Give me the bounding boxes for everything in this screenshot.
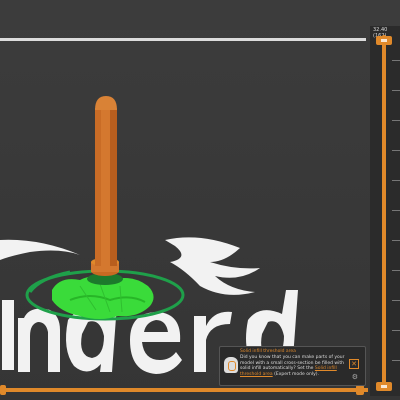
layer-tick xyxy=(392,300,400,301)
preview-scene xyxy=(0,96,298,374)
layer-tick xyxy=(392,210,400,211)
lightbulb-icon xyxy=(224,357,238,373)
hint-body: Did you know that you can make parts of … xyxy=(240,355,345,377)
lower-layer-handle[interactable] xyxy=(376,382,392,391)
layer-tick xyxy=(392,240,400,241)
gear-icon[interactable]: ⚙ xyxy=(352,373,358,381)
layer-tick xyxy=(392,330,400,331)
upper-layer-handle[interactable] xyxy=(376,36,392,45)
layer-tick xyxy=(392,180,400,181)
horizontal-move-slider[interactable] xyxy=(0,388,368,392)
layer-tick xyxy=(392,120,400,121)
layer-tick xyxy=(392,150,400,151)
hint-notification: Solid infill threshold area Did you know… xyxy=(219,346,366,386)
horizontal-slider-right-handle[interactable] xyxy=(356,385,364,395)
close-icon[interactable]: ✕ xyxy=(349,359,359,369)
layer-slider-track[interactable] xyxy=(382,35,386,390)
model-rod xyxy=(95,96,117,266)
layer-tick xyxy=(392,90,400,91)
layer-tick xyxy=(392,60,400,61)
horizontal-slider-left-handle[interactable] xyxy=(0,385,6,395)
hint-title: Solid infill threshold area xyxy=(240,349,296,354)
layer-tick xyxy=(392,360,400,361)
3d-viewport[interactable]: 32.40 (162) 25658 Solid infill threshold… xyxy=(0,0,400,400)
layer-tick xyxy=(392,270,400,271)
